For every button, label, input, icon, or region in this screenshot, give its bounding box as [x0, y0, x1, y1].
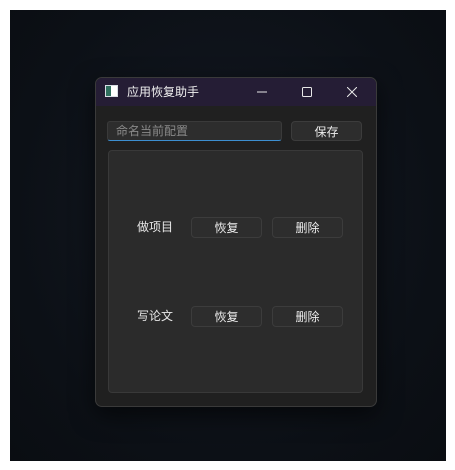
config-name-input[interactable]: [107, 121, 282, 141]
close-icon: [346, 87, 357, 97]
minimize-button[interactable]: [239, 78, 284, 106]
window-title: 应用恢复助手: [127, 85, 200, 99]
profile-name-label: 做项目: [136, 220, 173, 234]
delete-button[interactable]: 删除: [272, 217, 343, 238]
app-window: 应用恢复助手 保存 做项目 恢复 删除 写论文 恢复 删除: [95, 77, 377, 407]
maximize-icon: [301, 87, 312, 97]
profile-name-label: 写论文: [136, 309, 173, 323]
restore-button[interactable]: 恢复: [191, 306, 262, 327]
profile-list-panel: 做项目 恢复 删除 写论文 恢复 删除: [108, 150, 363, 393]
minimize-icon: [256, 91, 267, 93]
delete-button[interactable]: 删除: [272, 306, 343, 327]
save-button[interactable]: 保存: [291, 121, 362, 141]
app-icon: [105, 85, 118, 97]
maximize-button[interactable]: [284, 78, 329, 106]
restore-button[interactable]: 恢复: [191, 217, 262, 238]
close-button[interactable]: [329, 78, 374, 106]
title-bar[interactable]: 应用恢复助手: [96, 78, 376, 106]
